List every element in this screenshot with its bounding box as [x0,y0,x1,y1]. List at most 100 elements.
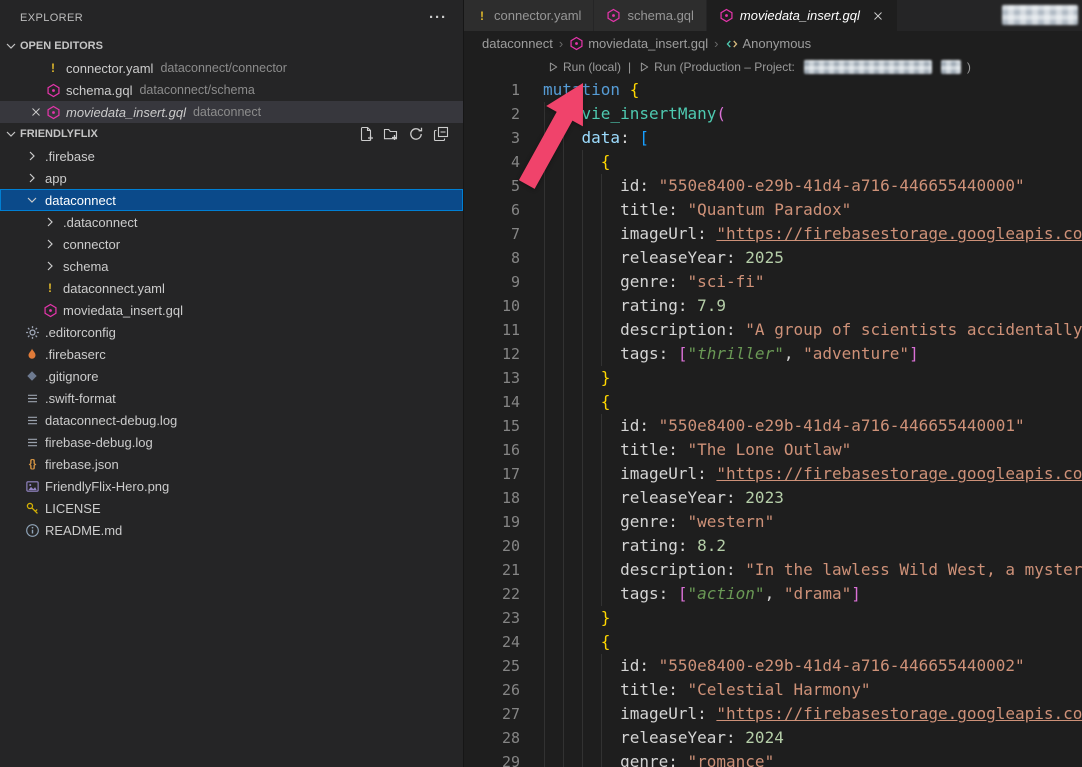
code-token [543,656,620,675]
code-token [543,512,620,531]
code-line[interactable]: 23 } [464,606,1082,630]
code-line[interactable]: 24 { [464,630,1082,654]
run-local-button[interactable]: Run (local) [547,60,621,74]
line-number: 13 [464,366,520,390]
breadcrumb-item[interactable]: Anonymous [725,36,812,51]
code-line-content: tags: ["action", "drama"] [520,582,861,606]
tree-item-readme-md[interactable]: README.md [0,519,463,541]
tree-item-moviedata-insert-gql[interactable]: moviedata_insert.gql [0,299,463,321]
tree-item-schema[interactable]: schema [0,255,463,277]
tree-item-friendlyflix-hero-png[interactable]: FriendlyFlix-Hero.png [0,475,463,497]
code-line[interactable]: 27 imageUrl: "https://firebasestorage.go… [464,702,1082,726]
code-line[interactable]: 20 rating: 8.2 [464,534,1082,558]
project-section-header[interactable]: FRIENDLYFLIX [0,123,463,145]
code-line[interactable]: 11 description: "A group of scientists a… [464,318,1082,342]
code-line[interactable]: 21 description: "In the lawless Wild Wes… [464,558,1082,582]
code-token: : [678,536,697,555]
code-editor[interactable]: 1mutation {2 movie_insertMany(3 data: [4… [464,78,1082,767]
code-line[interactable]: 5 id: "550e8400-e29b-41d4-a716-446655440… [464,174,1082,198]
close-icon[interactable] [28,104,44,120]
tree-item-firebase-debug-log[interactable]: firebase-debug.log [0,431,463,453]
open-editor-item[interactable]: schema.gqldataconnect/schema [0,79,463,101]
code-line-content: description: "A group of scientists acci… [520,318,1082,342]
new-folder-icon[interactable] [383,126,399,142]
code-token [543,464,620,483]
breadcrumb-item[interactable]: dataconnect [482,36,553,51]
tree-item-swift-format[interactable]: .swift-format [0,387,463,409]
code-line[interactable]: 7 imageUrl: "https://firebasestorage.goo… [464,222,1082,246]
breadcrumb-item[interactable]: moviedata_insert.gql [569,36,708,51]
code-token [543,752,620,767]
code-line[interactable]: 12 tags: ["thriller", "adventure"] [464,342,1082,366]
codelens: Run (local) | Run (Production – Project:… [464,56,1082,78]
tree-item-editorconfig[interactable]: .editorconfig [0,321,463,343]
code-line[interactable]: 4 { [464,150,1082,174]
code-token [543,128,582,147]
tab-schema-gql[interactable]: schema.gql [594,0,706,31]
tab-label: schema.gql [627,8,693,23]
code-token: : [668,440,687,459]
flame-icon [24,346,40,362]
chevron-right-icon [24,170,40,186]
tree-item-gitignore[interactable]: .gitignore [0,365,463,387]
breadcrumb-separator: › [557,36,565,51]
more-actions-icon[interactable]: ··· [429,13,447,23]
code-line[interactable]: 15 id: "550e8400-e29b-41d4-a716-44665544… [464,414,1082,438]
tree-item-dataconnect-yaml[interactable]: !dataconnect.yaml [0,277,463,299]
code-line[interactable]: 29 genre: "romance" [464,750,1082,767]
tree-item-license[interactable]: LICENSE [0,497,463,519]
tree-item-app[interactable]: app [0,167,463,189]
code-line[interactable]: 17 imageUrl: "https://firebasestorage.go… [464,462,1082,486]
run-production-button[interactable]: Run (Production – Project: ) [638,60,971,74]
open-editor-label: moviedata_insert.gql [66,105,186,120]
code-line-content: title: "Quantum Paradox" [520,198,851,222]
code-line-content: imageUrl: "https://firebasestorage.googl… [520,222,1082,246]
chevron-right-icon [42,258,58,274]
code-line[interactable]: 3 data: [ [464,126,1082,150]
code-token: releaseYear [620,248,726,267]
code-line[interactable]: 28 releaseYear: 2024 [464,726,1082,750]
tab-moviedata-insert-gql[interactable]: moviedata_insert.gql [707,0,898,31]
code-token: : [726,248,745,267]
code-line[interactable]: 8 releaseYear: 2025 [464,246,1082,270]
open-editors-header[interactable]: OPEN EDITORS [0,35,463,57]
tab-connector-yaml[interactable]: !connector.yaml [464,0,594,31]
code-line-content: } [520,606,610,630]
tree-item-dataconnect[interactable]: .dataconnect [0,211,463,233]
code-line[interactable]: 10 rating: 7.9 [464,294,1082,318]
code-line[interactable]: 25 id: "550e8400-e29b-41d4-a716-44665544… [464,654,1082,678]
code-line[interactable]: 19 genre: "western" [464,510,1082,534]
tree-item-connector[interactable]: connector [0,233,463,255]
code-token: : [620,128,639,147]
code-line[interactable]: 26 title: "Celestial Harmony" [464,678,1082,702]
code-line[interactable]: 16 title: "The Lone Outlaw" [464,438,1082,462]
close-icon[interactable] [871,9,885,23]
code-line[interactable]: 1mutation { [464,78,1082,102]
new-file-icon[interactable] [358,126,374,142]
code-line[interactable]: 22 tags: ["action", "drama"] [464,582,1082,606]
open-editor-item[interactable]: moviedata_insert.gqldataconnect [0,101,463,123]
code-token: { [630,80,640,99]
code-line[interactable]: 13 } [464,366,1082,390]
line-number: 24 [464,630,520,654]
code-line[interactable]: 6 title: "Quantum Paradox" [464,198,1082,222]
code-line[interactable]: 2 movie_insertMany( [464,102,1082,126]
tree-item-dataconnect-debug-log[interactable]: dataconnect-debug.log [0,409,463,431]
code-line[interactable]: 9 genre: "sci-fi" [464,270,1082,294]
tree-item-firebase-json[interactable]: {}firebase.json [0,453,463,475]
collapse-all-icon[interactable] [433,126,449,142]
warn-icon: ! [476,9,488,23]
refresh-icon[interactable] [408,126,424,142]
code-line[interactable]: 18 releaseYear: 2023 [464,486,1082,510]
code-token: : [668,680,687,699]
tree-item-firebaserc[interactable]: .firebaserc [0,343,463,365]
code-token [543,368,601,387]
line-number: 1 [464,78,520,102]
tree-item-firebase[interactable]: .firebase [0,145,463,167]
code-line-content: { [520,150,610,174]
open-editor-label: connector.yaml [66,61,153,76]
code-token: 2023 [745,488,784,507]
open-editor-item[interactable]: !connector.yamldataconnect/connector [0,57,463,79]
tree-item-dataconnect[interactable]: dataconnect [0,189,463,211]
code-line[interactable]: 14 { [464,390,1082,414]
